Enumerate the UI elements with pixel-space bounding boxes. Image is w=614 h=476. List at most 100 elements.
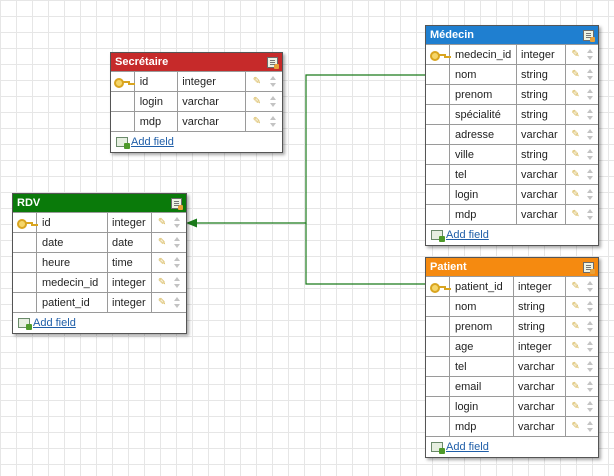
table-options-icon[interactable] <box>171 197 183 210</box>
field-name[interactable]: prenom <box>450 316 514 336</box>
pencil-icon[interactable]: ✎ <box>158 297 166 308</box>
table-rdv[interactable]: RDV id integer ✎ date date ✎ heure time ✎ medecin_… <box>12 193 187 334</box>
add-field-link[interactable]: Add field <box>131 136 174 148</box>
field-type[interactable]: varchar <box>517 164 566 184</box>
field-name[interactable]: nom <box>450 64 517 84</box>
field-name[interactable]: login <box>450 184 517 204</box>
field-type[interactable]: integer <box>514 336 566 356</box>
reorder-arrows-icon[interactable] <box>587 301 593 312</box>
pencil-icon[interactable]: ✎ <box>571 189 579 200</box>
field-name[interactable]: login <box>450 396 514 416</box>
field-type[interactable]: time <box>108 252 152 272</box>
pencil-icon[interactable]: ✎ <box>158 237 166 248</box>
field-type[interactable]: integer <box>514 276 566 296</box>
reorder-arrows-icon[interactable] <box>587 149 593 160</box>
reorder-arrows-icon[interactable] <box>587 401 593 412</box>
pencil-icon[interactable]: ✎ <box>253 76 261 87</box>
field-type[interactable]: varchar <box>514 376 566 396</box>
add-field-icon[interactable] <box>431 230 445 242</box>
pencil-icon[interactable]: ✎ <box>571 301 579 312</box>
field-type[interactable]: varchar <box>517 204 566 224</box>
reorder-arrows-icon[interactable] <box>587 89 593 100</box>
pencil-icon[interactable]: ✎ <box>158 217 166 228</box>
field-type[interactable]: varchar <box>514 396 566 416</box>
field-name[interactable]: patient_id <box>37 292 108 312</box>
field-name[interactable]: email <box>450 376 514 396</box>
pencil-icon[interactable]: ✎ <box>571 49 579 60</box>
table-options-icon[interactable] <box>583 29 595 42</box>
reorder-arrows-icon[interactable] <box>587 129 593 140</box>
field-type[interactable]: integer <box>178 71 247 91</box>
reorder-arrows-icon[interactable] <box>174 257 180 268</box>
pencil-icon[interactable]: ✎ <box>571 89 579 100</box>
field-type[interactable]: varchar <box>178 91 247 111</box>
field-type[interactable]: integer <box>108 212 152 232</box>
field-name[interactable]: patient_id <box>450 276 514 296</box>
pencil-icon[interactable]: ✎ <box>571 361 579 372</box>
add-field-icon[interactable] <box>116 137 130 149</box>
field-name[interactable]: mdp <box>134 111 179 131</box>
reorder-arrows-icon[interactable] <box>587 281 593 292</box>
reorder-arrows-icon[interactable] <box>587 49 593 60</box>
reorder-arrows-icon[interactable] <box>587 381 593 392</box>
add-field-icon[interactable] <box>18 318 32 330</box>
field-name[interactable]: date <box>37 232 108 252</box>
reorder-arrows-icon[interactable] <box>174 237 180 248</box>
field-type[interactable]: string <box>517 64 566 84</box>
field-type[interactable]: string <box>514 296 566 316</box>
field-name[interactable]: ville <box>450 144 517 164</box>
field-type[interactable]: string <box>517 104 566 124</box>
field-name[interactable]: id <box>37 212 108 232</box>
field-type[interactable]: varchar <box>178 111 247 131</box>
pencil-icon[interactable]: ✎ <box>571 381 579 392</box>
reorder-arrows-icon[interactable] <box>270 96 276 107</box>
add-field-link[interactable]: Add field <box>446 229 489 241</box>
pencil-icon[interactable]: ✎ <box>253 96 261 107</box>
reorder-arrows-icon[interactable] <box>174 277 180 288</box>
pencil-icon[interactable]: ✎ <box>571 209 579 220</box>
field-name[interactable]: tel <box>450 356 514 376</box>
pencil-icon[interactable]: ✎ <box>158 277 166 288</box>
field-name[interactable]: tel <box>450 164 517 184</box>
reorder-arrows-icon[interactable] <box>587 421 593 432</box>
pencil-icon[interactable]: ✎ <box>571 321 579 332</box>
field-name[interactable]: adresse <box>450 124 517 144</box>
field-name[interactable]: medecin_id <box>37 272 108 292</box>
field-name[interactable]: mdp <box>450 416 514 436</box>
field-name[interactable]: mdp <box>450 204 517 224</box>
reorder-arrows-icon[interactable] <box>587 109 593 120</box>
reorder-arrows-icon[interactable] <box>587 169 593 180</box>
field-type[interactable]: varchar <box>514 416 566 436</box>
field-name[interactable]: prenom <box>450 84 517 104</box>
pencil-icon[interactable]: ✎ <box>571 281 579 292</box>
pencil-icon[interactable]: ✎ <box>571 169 579 180</box>
pencil-icon[interactable]: ✎ <box>253 116 261 127</box>
reorder-arrows-icon[interactable] <box>174 297 180 308</box>
field-type[interactable]: date <box>108 232 152 252</box>
field-type[interactable]: varchar <box>517 124 566 144</box>
reorder-arrows-icon[interactable] <box>270 116 276 127</box>
pencil-icon[interactable]: ✎ <box>571 401 579 412</box>
field-name[interactable]: spécialité <box>450 104 517 124</box>
field-name[interactable]: heure <box>37 252 108 272</box>
field-name[interactable]: age <box>450 336 514 356</box>
table-options-icon[interactable] <box>267 56 279 69</box>
field-type[interactable]: varchar <box>514 356 566 376</box>
field-type[interactable]: integer <box>517 44 566 64</box>
field-name[interactable]: login <box>134 91 179 111</box>
reorder-arrows-icon[interactable] <box>587 321 593 332</box>
field-name[interactable]: nom <box>450 296 514 316</box>
field-name[interactable]: id <box>134 71 179 91</box>
field-type[interactable]: string <box>517 144 566 164</box>
reorder-arrows-icon[interactable] <box>587 209 593 220</box>
field-type[interactable]: string <box>514 316 566 336</box>
reorder-arrows-icon[interactable] <box>174 217 180 228</box>
pencil-icon[interactable]: ✎ <box>571 341 579 352</box>
field-type[interactable]: integer <box>108 272 152 292</box>
pencil-icon[interactable]: ✎ <box>571 129 579 140</box>
add-field-icon[interactable] <box>431 442 445 454</box>
reorder-arrows-icon[interactable] <box>270 76 276 87</box>
reorder-arrows-icon[interactable] <box>587 189 593 200</box>
pencil-icon[interactable]: ✎ <box>158 257 166 268</box>
add-field-link[interactable]: Add field <box>33 317 76 329</box>
